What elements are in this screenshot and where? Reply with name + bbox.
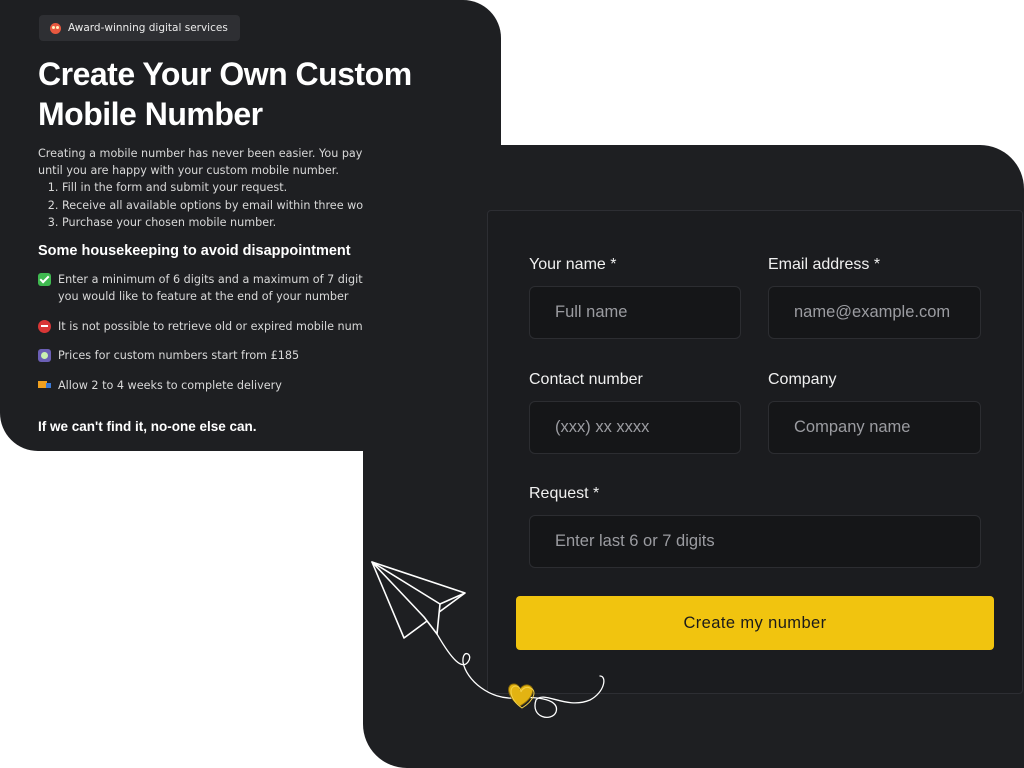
note-item: Allow 2 to 4 weeks to complete delivery: [38, 377, 364, 395]
notes-list: Enter a minimum of 6 digits and a maximu…: [38, 271, 364, 395]
note-item: Prices for custom numbers start from £18…: [38, 347, 364, 365]
page: Award-winning digital services Create Yo…: [0, 0, 1024, 768]
award-badge: Award-winning digital services: [39, 15, 240, 41]
company-input[interactable]: [768, 401, 981, 454]
company-field: Company: [768, 371, 981, 454]
note-item: It is not possible to retrieve old or ex…: [38, 318, 364, 336]
request-field: Request *: [529, 485, 981, 568]
request-label: Request *: [529, 485, 600, 502]
page-title: Create Your Own Custom Mobile Number: [38, 56, 412, 132]
note-text: It is not possible to retrieve old or ex…: [58, 319, 364, 333]
name-field: Your name *: [529, 256, 741, 339]
create-number-button[interactable]: Create my number: [516, 596, 994, 650]
award-badge-text: Award-winning digital services: [68, 22, 228, 34]
request-input[interactable]: [529, 515, 981, 568]
step-item: Fill in the form and submit your request…: [62, 179, 364, 197]
email-input[interactable]: [768, 286, 981, 339]
delivery-truck-emoji-icon: [38, 379, 51, 392]
money-emoji-icon: [38, 349, 51, 362]
note-text: Prices for custom numbers start from £18…: [58, 349, 300, 362]
check-mark-emoji-icon: [38, 272, 51, 286]
housekeeping-heading: Some housekeeping to avoid disappointmen…: [38, 242, 351, 259]
email-label: Email address *: [768, 256, 881, 273]
step-item: Purchase your chosen mobile number.: [62, 214, 364, 232]
custom-number-form: Your name * Email address * Contact numb…: [487, 210, 1023, 694]
company-label: Company: [768, 371, 837, 388]
no-entry-emoji-icon: [38, 319, 51, 333]
step-item: Receive all available options by email w…: [62, 197, 364, 215]
star-struck-emoji-icon: [50, 22, 61, 34]
tagline: If we can't find it, no-one else can.: [38, 419, 257, 434]
note-item: Enter a minimum of 6 digits and a maximu…: [38, 271, 364, 306]
form-card: Your name * Email address * Contact numb…: [363, 145, 1024, 768]
contact-number-field: Contact number: [529, 371, 741, 454]
intro-text: Creating a mobile number has never been …: [38, 147, 364, 177]
note-text: Allow 2 to 4 weeks to complete delivery: [58, 378, 282, 392]
info-body: Creating a mobile number has never been …: [38, 145, 364, 445]
name-input[interactable]: [529, 286, 741, 339]
name-label: Your name *: [529, 256, 617, 273]
note-text: Enter a minimum of 6 digits and a maximu…: [58, 272, 364, 304]
contact-number-label: Contact number: [529, 371, 643, 388]
steps-list: Fill in the form and submit your request…: [38, 179, 364, 232]
contact-number-input[interactable]: [529, 401, 741, 454]
email-field: Email address *: [768, 256, 981, 339]
